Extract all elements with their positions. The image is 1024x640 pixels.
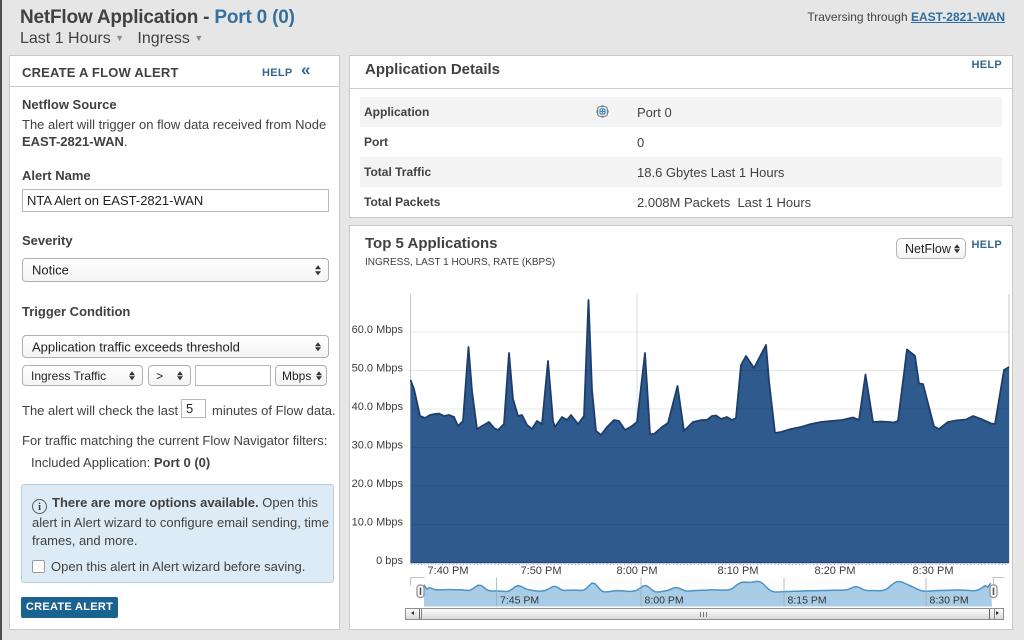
svg-text:7:45 PM: 7:45 PM xyxy=(500,595,539,607)
svg-text:8:30 PM: 8:30 PM xyxy=(930,595,969,607)
svg-text:40.0 Mbps: 40.0 Mbps xyxy=(352,401,404,413)
svg-text:50.0 Mbps: 50.0 Mbps xyxy=(352,363,404,375)
svg-text:10.0 Mbps: 10.0 Mbps xyxy=(352,517,404,529)
svg-text:60.0 Mbps: 60.0 Mbps xyxy=(352,324,404,336)
svg-text:30.0 Mbps: 30.0 Mbps xyxy=(352,440,404,452)
svg-text:7:40 PM: 7:40 PM xyxy=(428,565,469,577)
svg-text:8:00 PM: 8:00 PM xyxy=(617,565,658,577)
svg-text:8:30 PM: 8:30 PM xyxy=(913,565,954,577)
svg-text:8:10 PM: 8:10 PM xyxy=(718,565,759,577)
svg-text:7:50 PM: 7:50 PM xyxy=(521,565,562,577)
svg-text:0 bps: 0 bps xyxy=(376,555,403,567)
svg-text:8:20 PM: 8:20 PM xyxy=(815,565,856,577)
svg-text:8:15 PM: 8:15 PM xyxy=(788,595,827,607)
svg-text:8:00 PM: 8:00 PM xyxy=(645,595,684,607)
svg-text:20.0 Mbps: 20.0 Mbps xyxy=(352,478,404,490)
